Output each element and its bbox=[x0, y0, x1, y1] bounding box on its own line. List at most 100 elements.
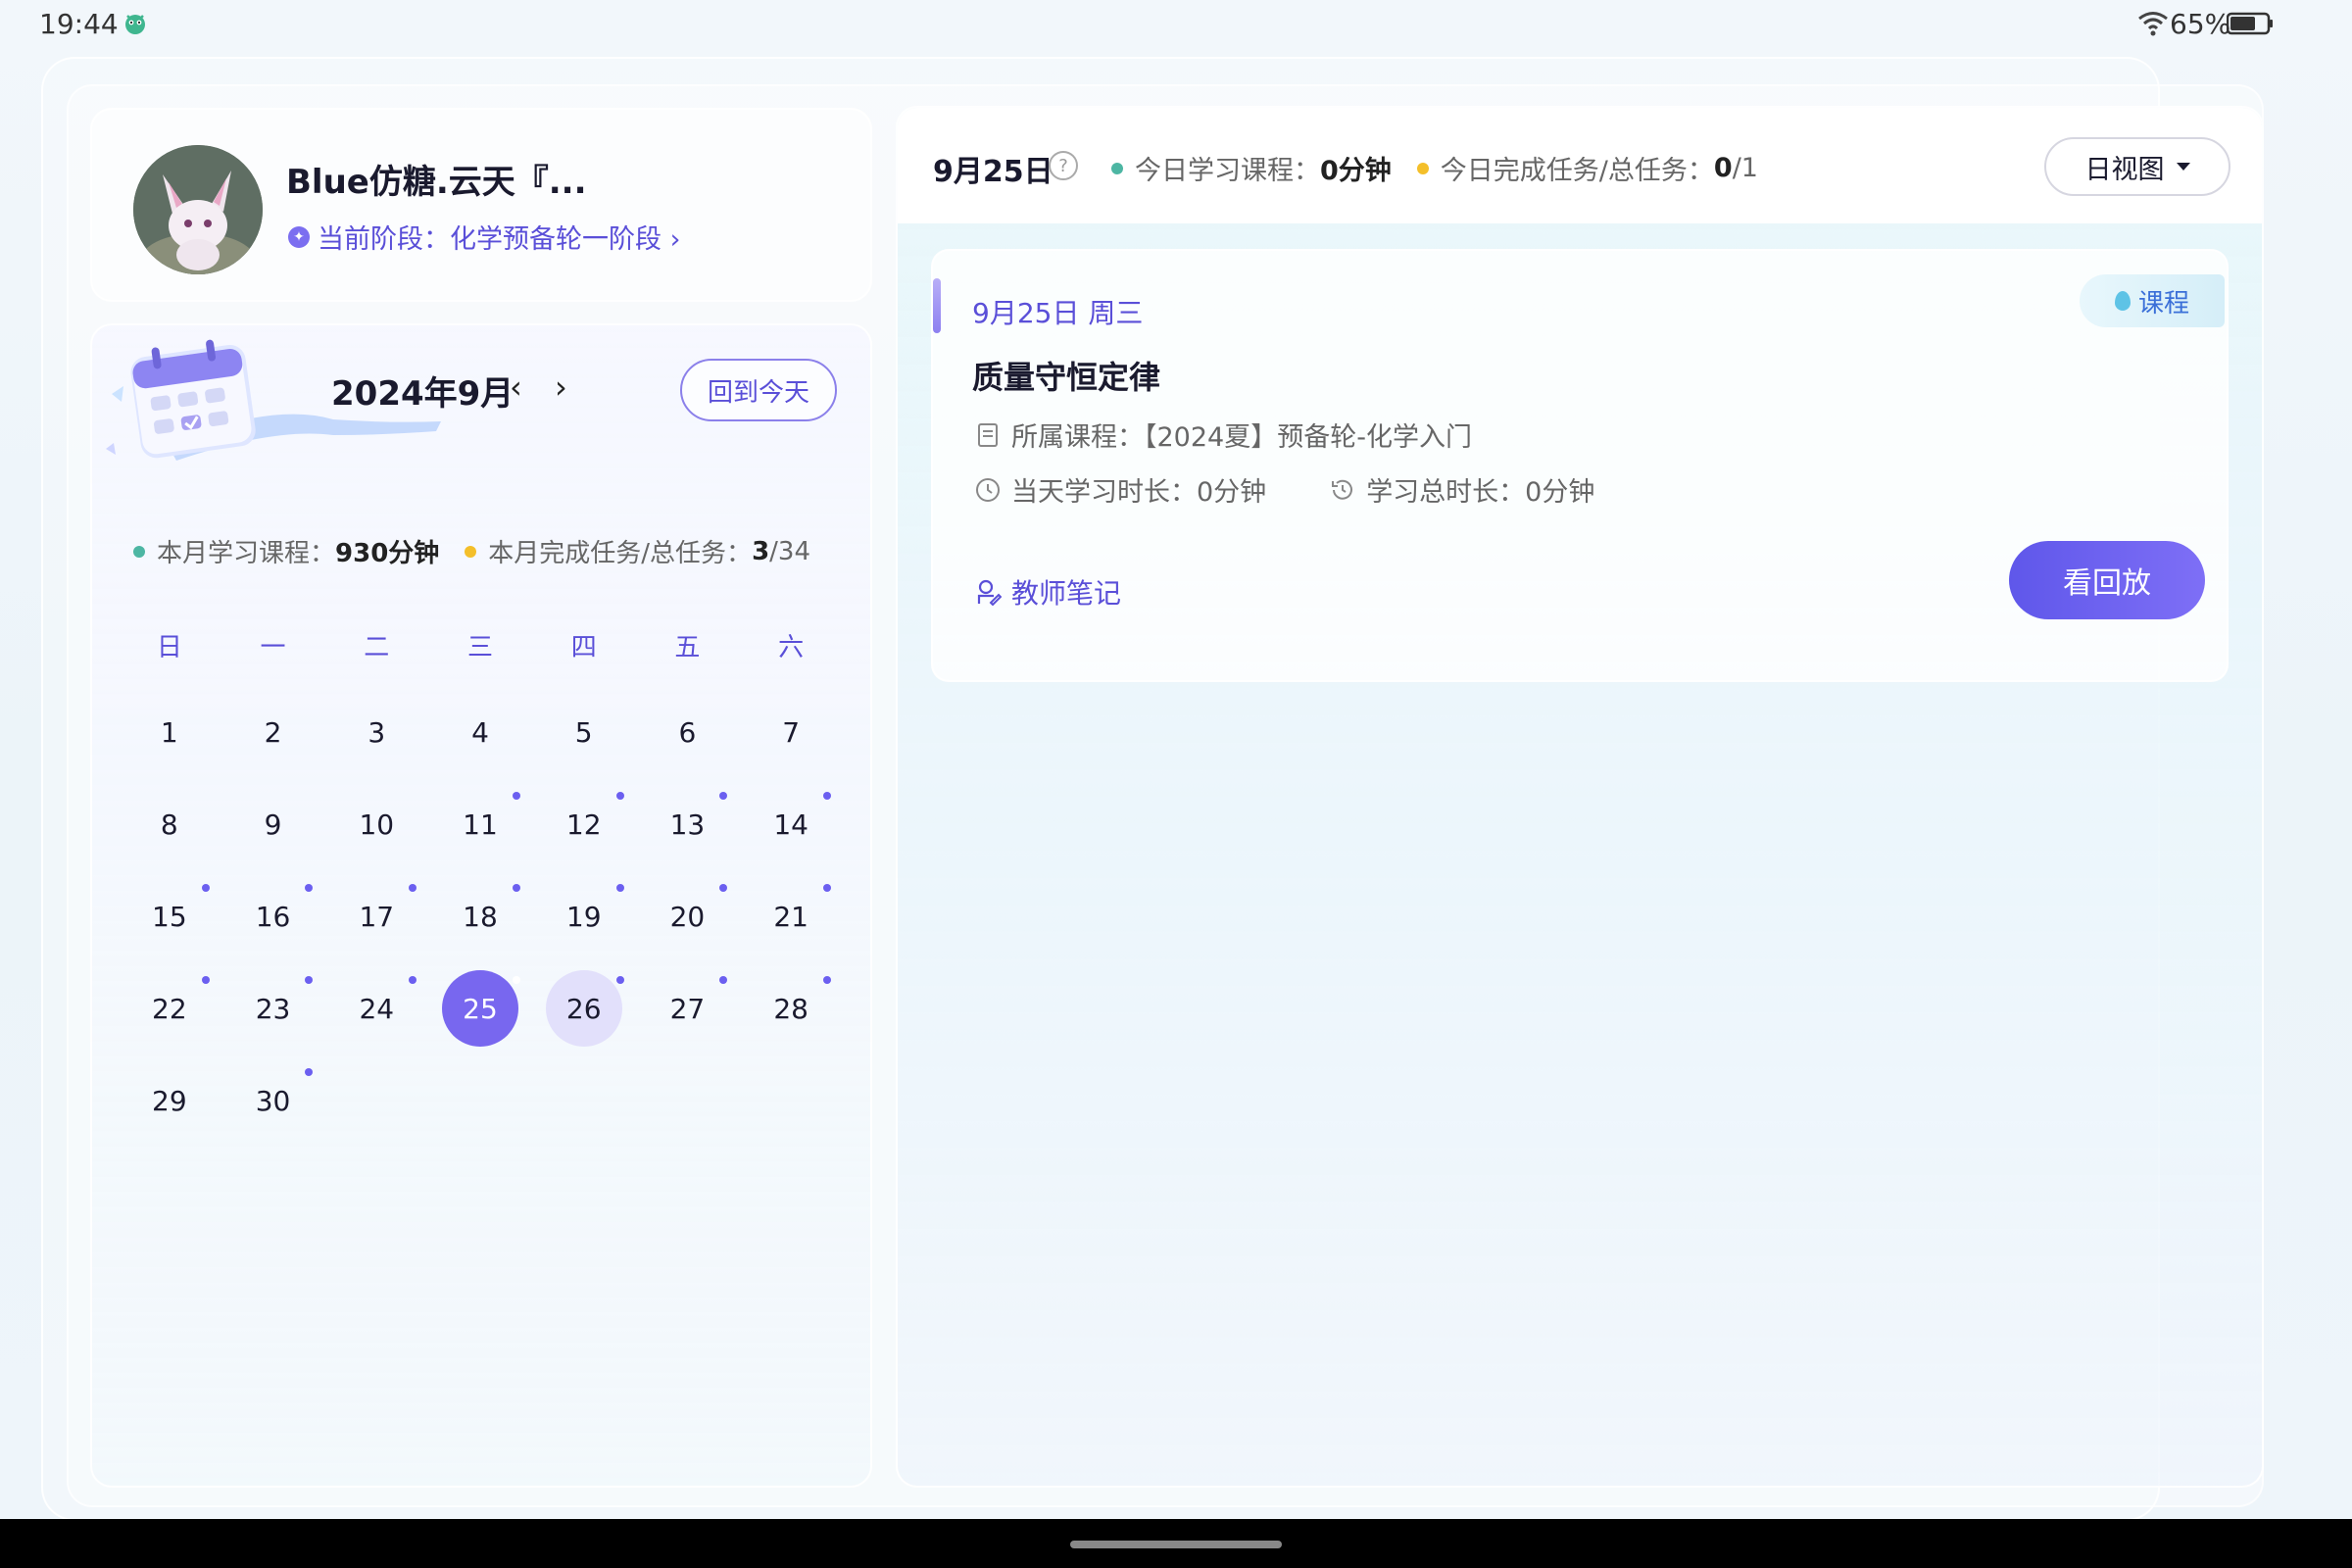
weekday-label: 二 bbox=[364, 633, 390, 662]
calendar-day-number: 12 bbox=[565, 808, 602, 841]
lesson-accent-bar bbox=[933, 278, 941, 333]
lesson-title: 质量守恒定律 bbox=[972, 359, 1161, 396]
calendar-days-grid: 1 2 3 4 5 6 7 8 9 10 11 12 13 14 15 16 17 18 19 20 21 22 23 24 2… bbox=[118, 686, 843, 1147]
calendar-day-number: 8 bbox=[160, 808, 178, 841]
calendar-day-number: 19 bbox=[565, 900, 602, 933]
today-course-label: 今日学习课程： bbox=[1135, 156, 1320, 186]
calendar-day[interactable]: 14 bbox=[739, 778, 843, 870]
calendar-day[interactable]: 17 bbox=[324, 870, 428, 962]
calendar-day[interactable]: 6 bbox=[636, 686, 740, 778]
calendar-day[interactable]: 13 bbox=[636, 778, 740, 870]
day-view-header: 9月25日 ? 今日学习课程： 0分钟 今日完成任务/总任务： 0 /1 日视图 bbox=[898, 108, 2262, 223]
calendar-day-number: 6 bbox=[678, 715, 697, 749]
calendar-day[interactable]: 10 bbox=[324, 778, 428, 870]
calendar-day-number: 24 bbox=[359, 992, 395, 1025]
status-time: 19:44 bbox=[39, 8, 119, 40]
current-stage-link[interactable]: ✦ 当前阶段：化学预备轮一阶段 › bbox=[288, 218, 680, 256]
calendar-day[interactable]: 24 bbox=[324, 962, 428, 1054]
calendar-day[interactable]: 1 bbox=[118, 686, 221, 778]
calendar-day[interactable]: 18 bbox=[428, 870, 532, 962]
lesson-course-text: 所属课程：【2024夏】预备轮-化学入门 bbox=[1011, 422, 1472, 453]
has-course-dot-icon bbox=[201, 976, 210, 984]
calendar-day-number: 2 bbox=[264, 715, 282, 749]
calendar-day[interactable]: 3 bbox=[324, 686, 428, 778]
has-course-dot-icon bbox=[201, 884, 210, 892]
calendar-day[interactable]: 16 bbox=[221, 870, 325, 962]
has-course-dot-icon bbox=[512, 976, 520, 984]
calendar-day-number: 5 bbox=[574, 715, 593, 749]
has-course-dot-icon bbox=[719, 792, 728, 800]
calendar-day-number: 4 bbox=[471, 715, 489, 749]
calendar-day[interactable]: 20 bbox=[636, 870, 740, 962]
stage-label: 当前阶段：化学预备轮一阶段 › bbox=[318, 224, 681, 255]
has-course-dot-icon bbox=[409, 884, 417, 892]
has-course-dot-icon bbox=[615, 976, 624, 984]
calendar-day-number: 7 bbox=[782, 715, 801, 749]
wifi-icon bbox=[2138, 12, 2168, 36]
green-dot-icon bbox=[1111, 162, 1123, 174]
weekday-label: 五 bbox=[674, 633, 701, 662]
calendar-day-number: 29 bbox=[152, 1084, 187, 1117]
calendar-day[interactable]: 19 bbox=[532, 870, 636, 962]
lesson-duration-row: 当天学习时长：0分钟 学习总时长：0分钟 bbox=[974, 470, 1594, 509]
chevron-left-icon[interactable]: ‹ bbox=[510, 368, 522, 406]
calendar-day[interactable]: 15 bbox=[118, 870, 221, 962]
has-course-dot-icon bbox=[719, 884, 728, 892]
calendar-day[interactable]: 30 bbox=[221, 1054, 325, 1147]
watch-replay-button[interactable]: 看回放 bbox=[2009, 541, 2205, 619]
home-gesture-handle[interactable] bbox=[1070, 1541, 1282, 1548]
month-task-total: /34 bbox=[769, 536, 810, 566]
calendar-day-number: 18 bbox=[463, 900, 498, 933]
calendar-day[interactable]: 5 bbox=[532, 686, 636, 778]
calendar-day[interactable]: 8 bbox=[118, 778, 221, 870]
lesson-card[interactable]: 9月25日 周三 课程 质量守恒定律 所属课程：【2024夏】预备轮-化学入门 … bbox=[931, 249, 2229, 682]
calendar-day-number: 25 bbox=[441, 970, 518, 1047]
month-task-label: 本月完成任务/总任务： bbox=[488, 539, 753, 568]
calendar-day[interactable]: 22 bbox=[118, 962, 221, 1054]
weekday-label: 四 bbox=[570, 633, 597, 662]
calendar-day[interactable]: 7 bbox=[739, 686, 843, 778]
calendar-day-number: 3 bbox=[368, 715, 386, 749]
calendar-day[interactable]: 27 bbox=[636, 962, 740, 1054]
today-task-total: /1 bbox=[1732, 153, 1758, 183]
calendar-day[interactable]: 4 bbox=[428, 686, 532, 778]
help-icon[interactable]: ? bbox=[1049, 151, 1078, 180]
today-stats: 今日学习课程： 0分钟 今日完成任务/总任务： 0 /1 bbox=[1111, 149, 1758, 187]
has-course-dot-icon bbox=[719, 976, 728, 984]
green-dot-icon bbox=[133, 545, 145, 558]
day-duration-text: 当天学习时长：0分钟 bbox=[1011, 477, 1267, 508]
calendar-day-number: 27 bbox=[669, 992, 706, 1025]
calendar-day[interactable]: 9 bbox=[221, 778, 325, 870]
total-duration-text: 学习总时长：0分钟 bbox=[1366, 477, 1595, 508]
back-to-today-button[interactable]: 回到今天 bbox=[680, 359, 837, 421]
view-mode-dropdown[interactable]: 日视图 bbox=[2044, 137, 2230, 196]
teacher-notes-label: 教师笔记 bbox=[1011, 577, 1122, 610]
has-course-dot-icon bbox=[305, 976, 314, 984]
calendar-day[interactable]: 26 bbox=[532, 962, 636, 1054]
calendar-day-number: 1 bbox=[160, 715, 178, 749]
status-bar: 19:44 65% bbox=[0, 0, 2352, 47]
calendar-day-number: 13 bbox=[669, 808, 706, 841]
calendar-day[interactable]: 21 bbox=[739, 870, 843, 962]
profile-card[interactable]: Blue仿糖.云天『... ✦ 当前阶段：化学预备轮一阶段 › bbox=[90, 108, 872, 302]
has-course-dot-icon bbox=[823, 976, 831, 984]
caret-down-icon bbox=[2176, 163, 2190, 171]
document-icon bbox=[978, 422, 998, 447]
calendar-day[interactable]: 23 bbox=[221, 962, 325, 1054]
avatar[interactable] bbox=[133, 145, 263, 274]
lesson-type-tag: 课程 bbox=[2080, 274, 2225, 327]
weekday-label: 一 bbox=[260, 633, 286, 662]
teacher-notes-link[interactable]: 教师笔记 bbox=[974, 572, 1121, 612]
calendar-day[interactable]: 29 bbox=[118, 1054, 221, 1147]
calendar-day[interactable]: 12 bbox=[532, 778, 636, 870]
today-course-value: 0分钟 bbox=[1320, 156, 1392, 186]
calendar-day[interactable]: 25 bbox=[428, 962, 532, 1054]
yellow-dot-icon bbox=[465, 545, 477, 558]
calendar-day[interactable]: 11 bbox=[428, 778, 532, 870]
chevron-right-icon[interactable]: › bbox=[555, 368, 567, 406]
calendar-day[interactable]: 2 bbox=[221, 686, 325, 778]
calendar-day[interactable]: 28 bbox=[739, 962, 843, 1054]
stage-compass-icon: ✦ bbox=[288, 225, 310, 248]
has-course-dot-icon bbox=[512, 792, 520, 800]
has-course-dot-icon bbox=[305, 1068, 314, 1076]
